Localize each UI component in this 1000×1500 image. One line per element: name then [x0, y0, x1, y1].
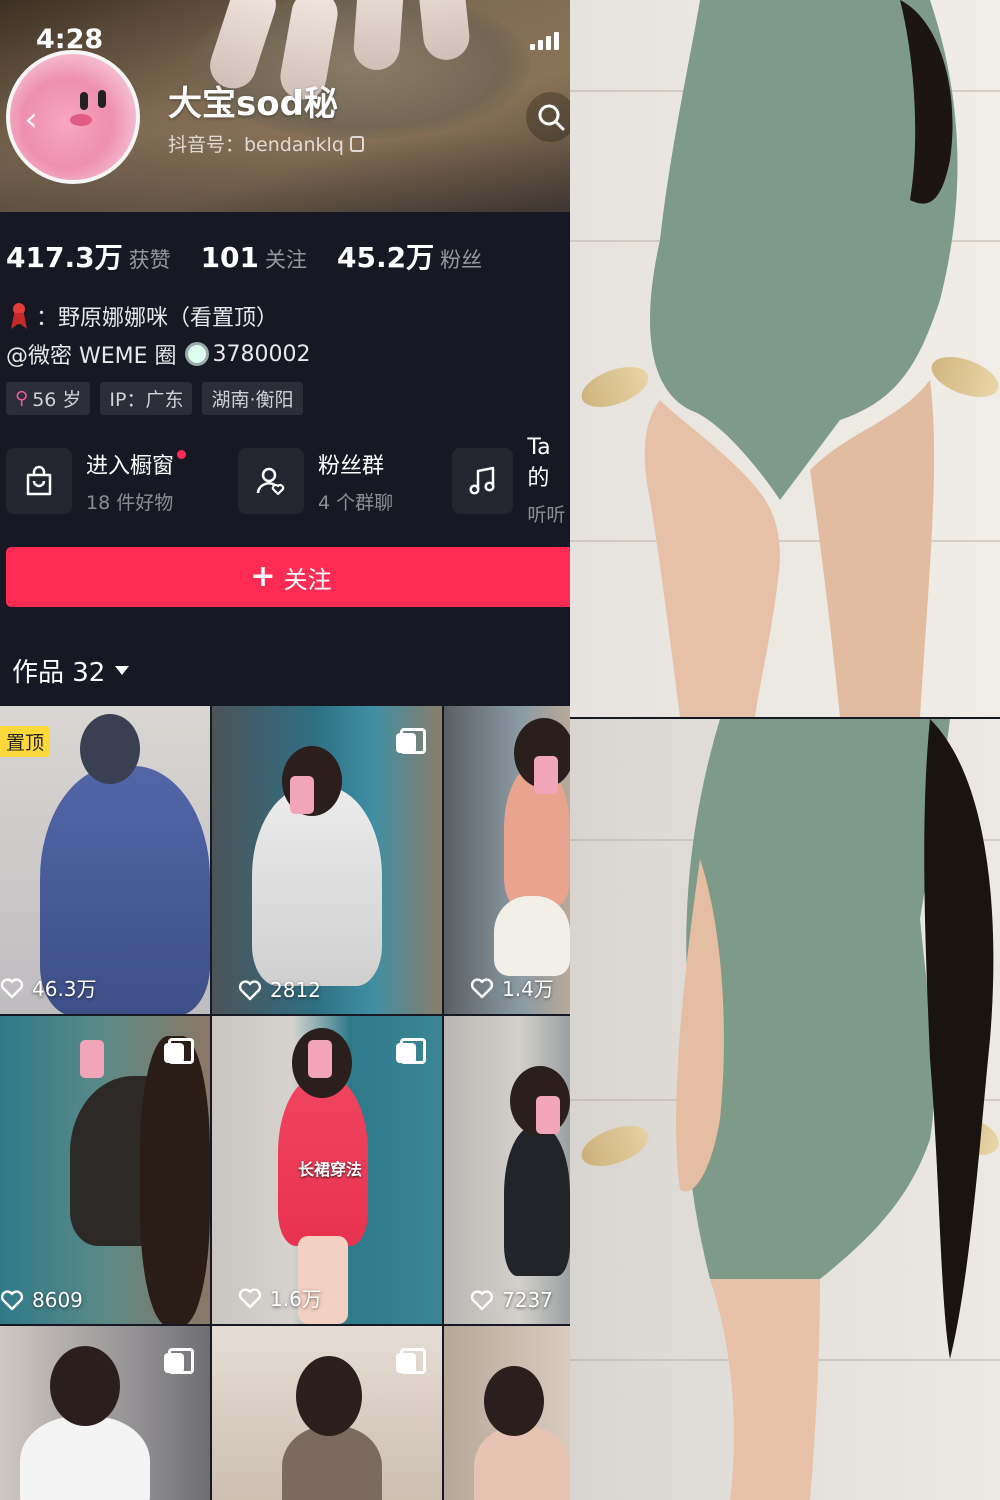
follow-button[interactable]: + 关注	[6, 547, 570, 607]
stat-followers[interactable]: 45.2万 粉丝	[337, 236, 482, 276]
feature-shop-subtitle: 18 件好物	[86, 491, 174, 514]
caret-down-icon	[115, 666, 130, 675]
video-thumbnail[interactable]: 1.4万	[444, 706, 570, 1014]
composite-screenshot: 4:28 ‹ 大宝sod秘 抖音号：bendanklq 417.3万 获赞 10…	[0, 0, 1000, 1500]
avatar-eye	[80, 92, 88, 110]
stat-followers-label: 粉丝	[440, 248, 483, 272]
tag-ip-text: IP：广东	[109, 389, 184, 411]
tag-ip: IP：广东	[100, 382, 193, 415]
profile-stats: 417.3万 获赞 101 关注 45.2万 粉丝	[6, 236, 512, 276]
back-icon[interactable]: ‹	[16, 100, 46, 138]
music-note-icon	[452, 448, 514, 514]
likes-count: 7237	[444, 1288, 553, 1312]
heart-icon	[0, 1290, 24, 1311]
douyin-id-text: 抖音号：bendanklq	[168, 134, 344, 156]
tag-location: 湖南·衡阳	[202, 382, 303, 415]
multi-image-icon	[164, 1348, 194, 1374]
bio-line-1-text: ：野原娜娜咪（看置顶）	[36, 306, 279, 331]
likes-count: 8609	[0, 1288, 83, 1312]
heart-icon	[470, 1290, 494, 1311]
signal-icon	[530, 32, 559, 50]
heart-icon	[238, 1287, 262, 1308]
plus-icon: +	[250, 559, 276, 594]
multi-image-icon	[396, 1348, 426, 1374]
bio-number: 3780002	[212, 341, 311, 367]
video-grid: 置顶 46.3万 2812 1.4万 8609 长裙穿法 1.6万 7237	[0, 706, 570, 1500]
photo-top	[570, 0, 1000, 717]
feature-music[interactable]: Ta 的 听听	[452, 435, 570, 526]
video-thumbnail[interactable]: 8609	[0, 1016, 210, 1324]
likes-count: 1.6万	[212, 1283, 322, 1312]
video-thumbnail[interactable]	[444, 1326, 570, 1500]
pinned-badge: 置顶	[0, 726, 51, 757]
multi-image-icon	[164, 1038, 194, 1064]
likes-count: 2812	[212, 978, 321, 1002]
multi-image-icon	[396, 1038, 426, 1064]
heart-icon	[238, 980, 262, 1001]
video-overlay-text: 长裙穿法	[298, 1160, 363, 1179]
video-thumbnail[interactable]: 7237	[444, 1016, 570, 1324]
avatar-eye	[98, 90, 106, 108]
female-icon: ⚲	[15, 388, 29, 409]
avatar-blush	[70, 114, 92, 126]
search-button[interactable]	[526, 92, 570, 142]
stat-followers-value: 45.2万	[337, 241, 435, 274]
video-thumbnail[interactable]	[212, 1326, 442, 1500]
profile-name: 大宝sod秘	[168, 84, 338, 124]
feature-music-subtitle: 听听	[527, 504, 566, 526]
video-thumbnail[interactable]: 置顶 46.3万	[0, 706, 210, 1014]
bio-line-2: @微密 WEME 圈 3780002	[6, 338, 311, 370]
fan-group-icon	[238, 448, 304, 514]
likes-count: 1.4万	[444, 973, 554, 1002]
video-thumbnail[interactable]: 长裙穿法 1.6万	[212, 1016, 442, 1324]
feature-music-title: Ta 的	[527, 435, 551, 491]
tab-works[interactable]: 作品 32	[12, 652, 130, 689]
bio-line-1: ：野原娜娜咪（看置顶）	[6, 300, 278, 332]
profile-screen: 4:28 ‹ 大宝sod秘 抖音号：bendanklq 417.3万 获赞 10…	[0, 0, 570, 1500]
stat-following-label: 关注	[265, 248, 308, 272]
stat-likes-label: 获赞	[128, 248, 171, 272]
follow-button-label: 关注	[283, 565, 332, 594]
likes-count: 46.3万	[0, 973, 97, 1002]
tag-location-text: 湖南·衡阳	[211, 389, 294, 411]
notification-dot	[177, 449, 187, 459]
photo-bottom	[570, 719, 1000, 1500]
video-thumbnail[interactable]: 2812	[212, 706, 442, 1014]
multi-image-icon	[396, 728, 426, 754]
tag-age: ⚲ 56 岁	[6, 382, 91, 415]
bio-handle[interactable]: @微密 WEME 圈	[6, 338, 177, 370]
search-icon	[538, 104, 565, 131]
feature-shop-window[interactable]: 进入橱窗 18 件好物	[6, 446, 187, 516]
copy-icon[interactable]	[349, 135, 364, 152]
heart-icon	[0, 977, 24, 998]
feature-entries: 进入橱窗 18 件好物 粉丝群 4 个群聊 Ta 的 听听	[6, 435, 570, 526]
shopping-bag-icon	[6, 448, 72, 514]
stat-following[interactable]: 101 关注	[201, 241, 307, 274]
douyin-id: 抖音号：bendanklq	[168, 130, 364, 157]
stat-following-value: 101	[200, 241, 260, 274]
feature-fan-group[interactable]: 粉丝群 4 个群聊	[238, 446, 393, 516]
stat-likes-value: 417.3万	[6, 241, 123, 274]
tag-age-text: 56 岁	[32, 389, 82, 411]
profile-tags: ⚲ 56 岁 IP：广东 湖南·衡阳	[6, 382, 303, 415]
photo-top-subject	[644, 0, 958, 717]
feature-fan-group-title: 粉丝群	[318, 453, 385, 479]
ribbon-icon	[6, 303, 32, 329]
magnifier-icon	[184, 342, 209, 366]
tab-works-label: 作品 32	[12, 658, 106, 688]
feature-fan-group-subtitle: 4 个群聊	[318, 491, 394, 514]
stat-likes[interactable]: 417.3万 获赞	[6, 236, 171, 276]
feature-shop-title: 进入橱窗	[86, 448, 187, 480]
heart-icon	[470, 977, 494, 998]
photo-bottom-subject	[676, 719, 994, 1500]
video-thumbnail[interactable]	[0, 1326, 210, 1500]
